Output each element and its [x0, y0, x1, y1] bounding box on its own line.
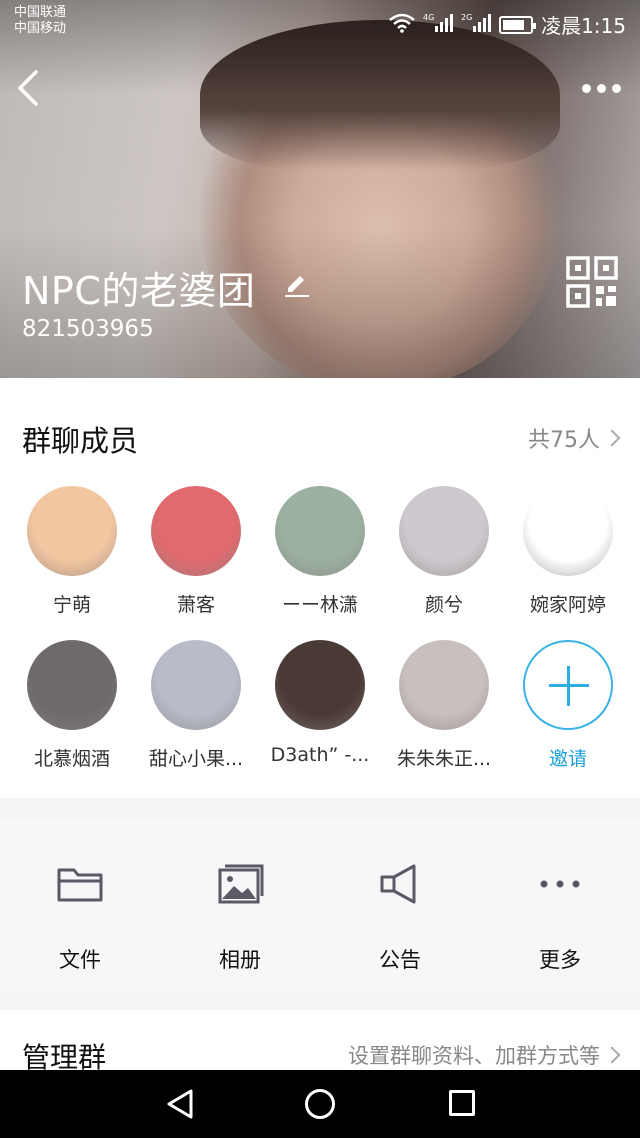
- wifi-icon: [389, 13, 415, 37]
- status-time: 凌晨1:15: [541, 14, 626, 38]
- member-name: 萧客: [176, 594, 215, 616]
- more-button[interactable]: 更多: [480, 818, 640, 992]
- files-label: 文件: [59, 948, 101, 972]
- member-item[interactable]: 婉家阿婷: [512, 486, 624, 617]
- manage-description: 设置群聊资料、加群方式等: [348, 1044, 600, 1068]
- triangle-back-icon: [167, 1089, 193, 1119]
- member-name: ーー林潇: [281, 594, 358, 616]
- more-dot-icon: [612, 84, 621, 93]
- files-button[interactable]: 文件: [0, 818, 160, 992]
- member-item[interactable]: 宁萌: [16, 486, 128, 617]
- member-item[interactable]: 朱朱朱正...: [388, 640, 500, 771]
- member-item[interactable]: ーー林潇: [264, 486, 376, 617]
- edit-name-button[interactable]: [282, 268, 312, 298]
- more-dots-icon: [536, 862, 584, 906]
- more-label: 更多: [539, 948, 581, 972]
- group-id: 821503965: [22, 316, 154, 342]
- member-name: 北慕烟酒: [33, 748, 110, 770]
- announcement-button[interactable]: 公告: [320, 818, 480, 992]
- battery-level: [503, 19, 525, 30]
- folder-icon: [56, 862, 104, 906]
- back-button[interactable]: [12, 66, 52, 110]
- carrier-info: 中国联通 中国移动: [14, 5, 66, 37]
- qr-code-icon: [566, 256, 618, 308]
- member-name: 颜兮: [424, 594, 463, 616]
- avatar: [27, 486, 117, 576]
- members-section: 群聊成员 共75人 宁萌 萧客 ーー林潇 颜兮 婉家阿婷 北慕烟酒 甜心小果..…: [0, 378, 640, 798]
- nav-recents-button[interactable]: [449, 1090, 475, 1116]
- chevron-right-icon: [603, 429, 621, 447]
- section-divider: [0, 798, 640, 818]
- plus-icon: [523, 640, 613, 730]
- invite-button[interactable]: 邀请: [512, 640, 624, 771]
- member-item[interactable]: D3ath” -...: [264, 640, 376, 766]
- members-count-link[interactable]: 共75人: [528, 422, 621, 454]
- album-button[interactable]: 相册: [160, 818, 320, 992]
- chevron-left-icon: [18, 70, 38, 106]
- signal-icon-2: 2G: [461, 12, 492, 38]
- manage-description-wrap: 设置群聊资料、加群方式等: [348, 1040, 621, 1070]
- battery-icon: [499, 15, 537, 34]
- network-label-2: 2G: [461, 13, 472, 22]
- more-dot-icon: [582, 84, 591, 93]
- avatar: [523, 486, 613, 576]
- carrier-2: 中国移动: [14, 21, 67, 36]
- member-item[interactable]: 萧客: [140, 486, 252, 617]
- carrier-1: 中国联通: [14, 5, 67, 20]
- album-icon: [216, 862, 264, 906]
- nav-back-button[interactable]: [165, 1088, 195, 1120]
- members-count: 共75人: [528, 428, 600, 453]
- avatar: [399, 640, 489, 730]
- section-divider: [0, 992, 640, 1010]
- qr-code-button[interactable]: [566, 256, 618, 308]
- plus-icon-stroke: [549, 684, 589, 687]
- group-name: NPC的老婆团: [22, 269, 256, 313]
- chevron-right-icon: [603, 1046, 621, 1064]
- avatar: [151, 640, 241, 730]
- member-name: 甜心小果...: [148, 748, 244, 770]
- megaphone-icon: [376, 862, 424, 906]
- actions-bar: 文件 相册 公告 更多: [0, 818, 640, 992]
- member-name: 宁萌: [52, 594, 91, 616]
- avatar: [27, 640, 117, 730]
- album-label: 相册: [219, 948, 261, 972]
- group-header: 中国联通 中国移动 4G 2G 凌晨1:15 NPC的老婆团 821503965: [0, 0, 640, 378]
- member-name: D3ath” -...: [270, 744, 370, 766]
- avatar: [399, 486, 489, 576]
- more-dot-icon: [597, 84, 606, 93]
- status-right: 4G 2G 凌晨1:15: [389, 10, 626, 39]
- member-item[interactable]: 甜心小果...: [140, 640, 252, 771]
- nav-home-button[interactable]: [305, 1089, 335, 1119]
- avatar: [275, 486, 365, 576]
- invite-label: 邀请: [548, 748, 587, 770]
- signal-icon-1: 4G: [423, 12, 454, 38]
- status-bar: 中国联通 中国移动 4G 2G 凌晨1:15: [0, 0, 640, 42]
- member-item[interactable]: 北慕烟酒: [16, 640, 128, 771]
- more-options-button[interactable]: [580, 72, 624, 102]
- network-label-1: 4G: [423, 13, 434, 22]
- avatar: [275, 640, 365, 730]
- pencil-icon: [285, 276, 309, 297]
- member-name: 婉家阿婷: [529, 594, 606, 616]
- avatar: [151, 486, 241, 576]
- system-nav-bar: [0, 1070, 640, 1138]
- announcement-label: 公告: [379, 948, 421, 972]
- member-name: 朱朱朱正...: [396, 748, 492, 770]
- member-item[interactable]: 颜兮: [388, 486, 500, 617]
- members-title: 群聊成员: [22, 424, 139, 458]
